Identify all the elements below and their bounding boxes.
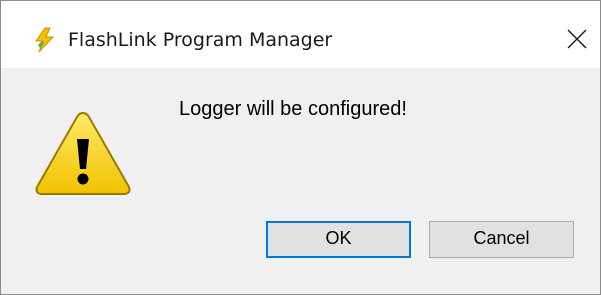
ok-button[interactable]: OK — [266, 221, 411, 258]
flashlink-lightning-icon — [32, 27, 58, 53]
cancel-button[interactable]: Cancel — [429, 221, 574, 258]
message-dialog: FlashLink Program Manager Logger will be… — [0, 0, 601, 295]
dialog-body: Logger will be configured! OK Cancel — [1, 68, 600, 294]
title-bar[interactable]: FlashLink Program Manager — [1, 1, 600, 68]
close-icon — [567, 29, 587, 49]
window-title: FlashLink Program Manager — [68, 29, 333, 51]
warning-icon — [33, 109, 133, 199]
dialog-message: Logger will be configured! — [179, 98, 407, 120]
close-button[interactable] — [555, 17, 599, 61]
